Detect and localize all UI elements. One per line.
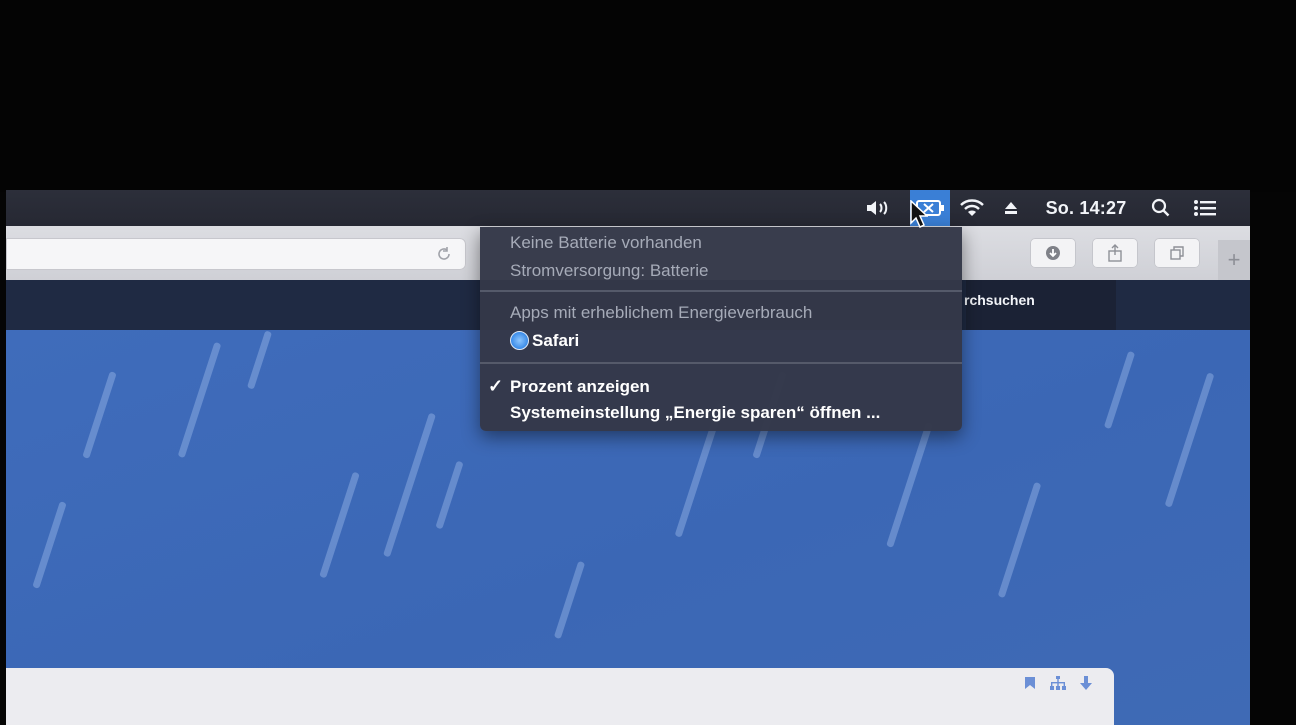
menu-separator — [480, 290, 962, 292]
share-button[interactable] — [1092, 238, 1138, 268]
decorative-streak — [246, 330, 273, 390]
battery-status: Keine Batterie vorhanden — [510, 233, 702, 252]
decorative-streak — [82, 371, 117, 459]
energy-app-safari[interactable]: Safari — [532, 331, 579, 351]
show-percentage-item[interactable]: Prozent anzeigen — [510, 377, 650, 397]
downloads-button[interactable] — [1030, 238, 1076, 268]
download-icon — [1046, 246, 1060, 260]
notification-center-button[interactable] — [1188, 190, 1222, 226]
wifi-icon — [960, 199, 984, 216]
wifi-menu[interactable] — [956, 190, 988, 226]
decorative-streak — [886, 422, 933, 548]
address-bar[interactable] — [6, 238, 466, 270]
spotlight-icon — [1151, 198, 1170, 217]
camera-black-area — [0, 0, 1296, 192]
spotlight-button[interactable] — [1146, 190, 1176, 226]
arrow-down-icon[interactable] — [1080, 676, 1092, 690]
tabs-overview-button[interactable] — [1154, 238, 1200, 268]
decorative-streak — [1103, 350, 1136, 430]
battery-dropdown-menu: Keine Batterie vorhanden Stromversorgung… — [480, 227, 962, 431]
decorative-streak — [32, 501, 67, 589]
eject-icon — [1005, 202, 1017, 214]
volume-icon — [867, 201, 888, 215]
sitemap-icon[interactable] — [1050, 676, 1066, 690]
share-icon — [1108, 244, 1122, 262]
mouse-pointer-icon — [910, 200, 928, 228]
energy-apps-header: Apps mit erheblichem Energieverbrauch — [510, 303, 813, 322]
safari-icon — [510, 331, 529, 350]
decorative-streak — [997, 481, 1042, 599]
decorative-streak — [553, 560, 586, 640]
bookmark-icon[interactable] — [1024, 676, 1036, 690]
card-icons — [1024, 676, 1092, 690]
notification-center-icon — [1194, 200, 1216, 216]
new-tab-button[interactable]: + — [1218, 240, 1250, 280]
decorative-streak — [435, 460, 464, 530]
decorative-streak — [177, 341, 222, 459]
decorative-streak — [1164, 372, 1215, 508]
reload-icon[interactable] — [434, 244, 454, 264]
content-card — [6, 668, 1114, 725]
open-energy-saver-item[interactable]: Systemeinstellung „Energie sparen“ öffne… — [510, 403, 880, 423]
menubar-clock[interactable]: So. 14:27 — [1038, 190, 1134, 226]
eject-menu[interactable] — [998, 190, 1024, 226]
menu-bar: So. 14:27 — [6, 190, 1250, 226]
decorative-streak — [319, 471, 360, 579]
tabs-overview-icon — [1170, 246, 1184, 260]
bookmark-item-search[interactable]: rchsuchen — [964, 292, 1035, 308]
volume-menu[interactable] — [862, 190, 894, 226]
menu-separator — [480, 362, 962, 364]
decorative-streak — [382, 412, 437, 558]
power-source: Stromversorgung: Batterie — [510, 261, 709, 280]
checkmark-icon: ✓ — [488, 376, 504, 396]
